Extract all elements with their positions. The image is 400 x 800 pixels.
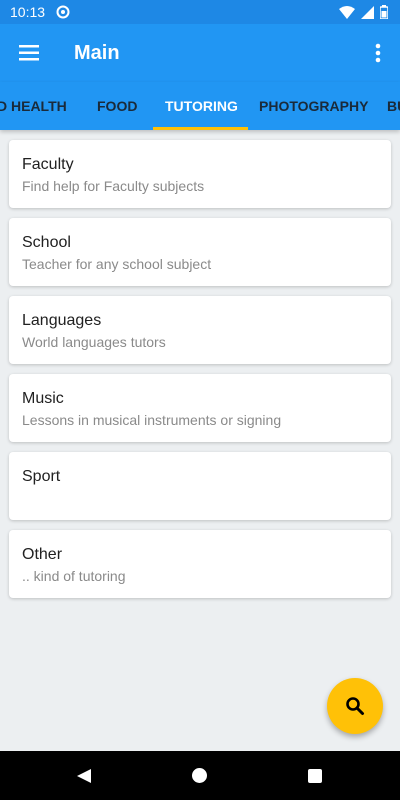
status-icons xyxy=(339,5,388,19)
page-title: Main xyxy=(74,42,120,64)
card-title: Languages xyxy=(22,312,102,329)
wifi-icon xyxy=(339,5,355,19)
card-title: Sport xyxy=(22,468,61,485)
sync-icon xyxy=(56,5,70,19)
card-title: Other xyxy=(22,546,63,563)
category-card-school[interactable]: School Teacher for any school subject xyxy=(9,218,391,286)
home-icon[interactable] xyxy=(192,768,207,783)
tab-tutoring[interactable]: TUTORING xyxy=(165,82,238,130)
tab-bu[interactable]: BU xyxy=(387,82,400,130)
hamburger-menu-icon[interactable] xyxy=(16,39,44,67)
more-vert-icon[interactable] xyxy=(368,39,388,67)
card-subtitle: Find help for Faculty subjects xyxy=(22,178,205,194)
signal-icon xyxy=(361,5,374,19)
search-icon xyxy=(346,697,364,715)
card-title: School xyxy=(22,234,71,251)
tab-bar: D HEALTH FOOD TUTORING PHOTOGRAPHY BU xyxy=(0,82,400,130)
recents-icon[interactable] xyxy=(308,769,322,783)
app-bar: Main xyxy=(0,24,400,82)
tab-health[interactable]: D HEALTH xyxy=(0,82,67,130)
card-subtitle: Teacher for any school subject xyxy=(22,256,212,272)
card-subtitle: .. kind of tutoring xyxy=(22,568,126,584)
category-card-music[interactable]: Music Lessons in musical instruments or … xyxy=(9,374,391,442)
tab-food[interactable]: FOOD xyxy=(97,82,137,130)
status-bar: 10:13 xyxy=(0,0,400,24)
category-card-faculty[interactable]: Faculty Find help for Faculty subjects xyxy=(9,140,391,208)
back-icon[interactable] xyxy=(76,768,92,784)
system-nav-bar xyxy=(0,751,400,800)
battery-icon xyxy=(380,5,388,19)
category-card-languages[interactable]: Languages World languages tutors xyxy=(9,296,391,364)
category-card-sport[interactable]: Sport xyxy=(9,452,391,520)
category-card-other[interactable]: Other .. kind of tutoring xyxy=(9,530,391,598)
card-subtitle: Lessons in musical instruments or signin… xyxy=(22,412,282,428)
card-subtitle: World languages tutors xyxy=(22,334,166,350)
search-fab-button[interactable] xyxy=(327,678,383,734)
status-time: 10:13 xyxy=(10,4,46,20)
tab-indicator xyxy=(153,127,248,130)
card-title: Faculty xyxy=(22,156,74,173)
tab-photography[interactable]: PHOTOGRAPHY xyxy=(259,82,368,130)
card-title: Music xyxy=(22,390,64,407)
